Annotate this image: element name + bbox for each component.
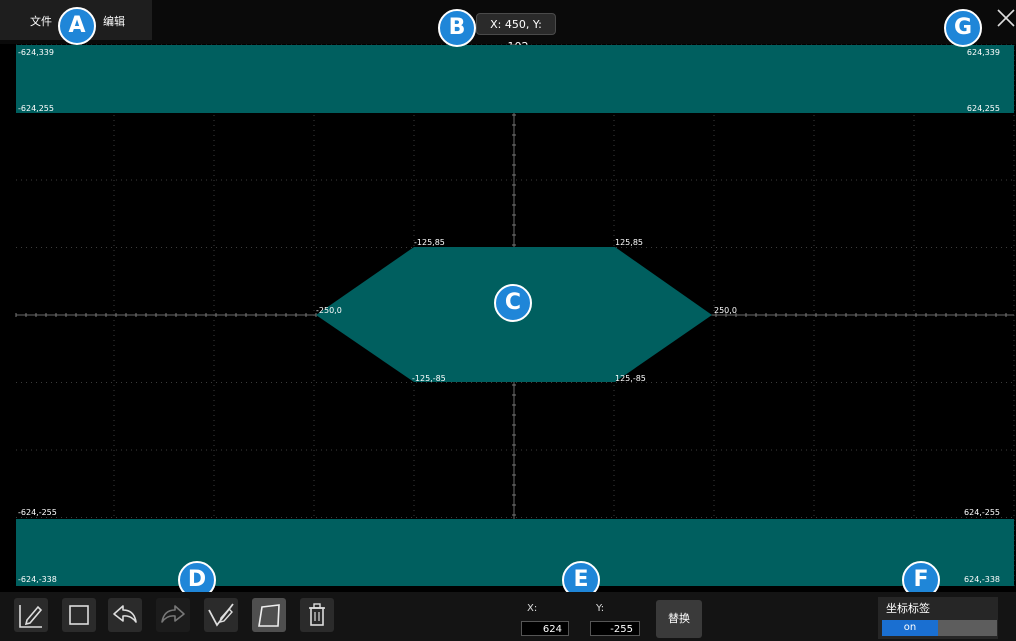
- vertex-label: 624,255: [967, 104, 1000, 113]
- callout-badge-c: C: [494, 284, 532, 322]
- callout-badge-a: A: [58, 7, 96, 45]
- bottom-mask-band[interactable]: [16, 519, 1014, 586]
- redo-button[interactable]: [156, 598, 190, 632]
- callout-badge-g: G: [944, 9, 982, 47]
- replace-button[interactable]: 替换: [656, 600, 702, 638]
- toggle-on-state[interactable]: on: [882, 620, 938, 636]
- bottom-toolbar: [0, 592, 1016, 641]
- draw-pen-icon: [19, 605, 43, 628]
- vertex-label: -125,85: [414, 238, 445, 247]
- trash-icon: [309, 603, 325, 626]
- vertex-label: 624,-255: [964, 508, 1000, 517]
- delete-button[interactable]: [300, 598, 334, 632]
- coordinate-label-title: 坐标标签: [886, 602, 930, 615]
- callout-badge-b: B: [438, 9, 476, 47]
- undo-button[interactable]: [108, 598, 142, 632]
- vertex-label: 250,0: [714, 306, 737, 315]
- y-field-label: Y:: [596, 603, 605, 614]
- x-field[interactable]: 624: [521, 621, 569, 636]
- edit-vertex-icon: [208, 603, 234, 627]
- redo-icon: [161, 605, 185, 623]
- vertex-label: 624,339: [967, 48, 1000, 57]
- rectangle-icon: [69, 605, 89, 625]
- draw-tool-button[interactable]: [14, 598, 48, 632]
- vertex-label: 125,85: [615, 238, 643, 247]
- vertex-label: -624,339: [18, 48, 54, 57]
- vertex-label: 624,-338: [964, 575, 1000, 584]
- edit-vertex-button[interactable]: [204, 598, 238, 632]
- undo-icon: [113, 605, 137, 623]
- vertex-label: -624,-338: [18, 575, 57, 584]
- vertex-label: -624,255: [18, 104, 54, 113]
- vertex-label: -125,-85: [412, 374, 446, 383]
- y-field[interactable]: -255: [590, 621, 640, 636]
- polygon-tool-button[interactable]: [252, 598, 286, 632]
- rectangle-tool-button[interactable]: [62, 598, 96, 632]
- vertex-label: 125,-85: [615, 374, 646, 383]
- vertex-label: -250,0: [316, 306, 342, 315]
- top-mask-band[interactable]: [16, 45, 1014, 113]
- polygon-icon: [258, 604, 280, 627]
- x-field-label: X:: [527, 603, 538, 614]
- vertex-label: -624,-255: [18, 508, 57, 517]
